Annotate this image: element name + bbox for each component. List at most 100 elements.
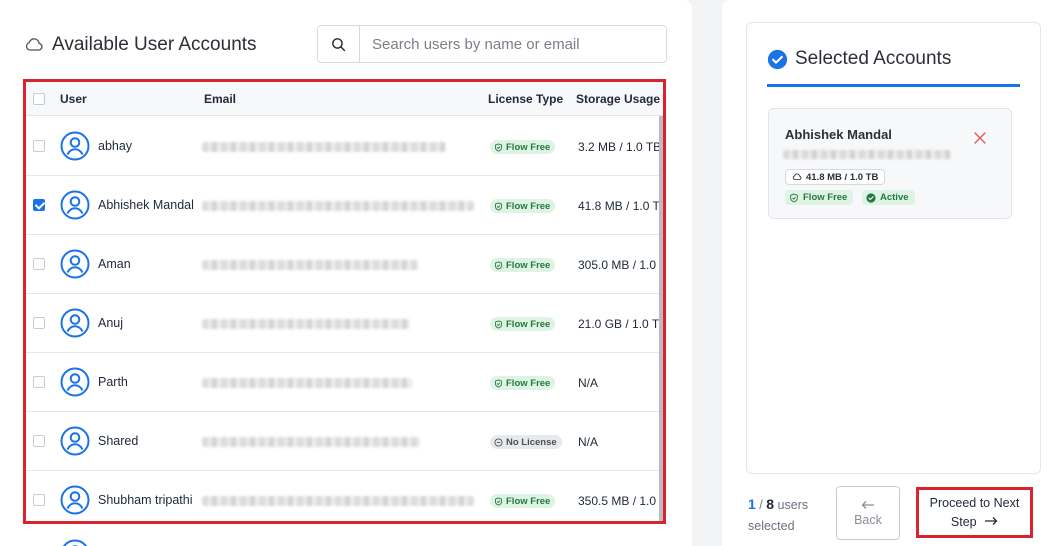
row-checkbox[interactable] — [33, 258, 45, 270]
selected-accounts-card: Selected Accounts Abhishek Mandal 41.8 M… — [746, 22, 1041, 474]
shield-check-icon — [495, 260, 502, 270]
user-name: Anuj — [98, 316, 124, 330]
user-avatar-icon — [60, 485, 90, 515]
license-label: Flow Free — [506, 141, 551, 153]
cloud-icon — [792, 173, 802, 180]
user-email-redacted — [202, 496, 474, 506]
arrow-right-icon — [985, 516, 998, 525]
license-badge: Flow Free — [490, 258, 556, 272]
user-avatar-icon — [60, 367, 90, 397]
storage-usage: 21.0 GB / 1.0 TB — [578, 317, 666, 331]
license-badge: Flow Free — [490, 376, 556, 390]
row-checkbox[interactable] — [33, 494, 45, 506]
user-name: Shared — [98, 434, 139, 448]
search-input[interactable] — [360, 26, 666, 62]
close-icon[interactable] — [973, 131, 987, 145]
user-email-redacted — [202, 437, 420, 447]
storage-usage: 3.2 MB / 1.0 TB — [578, 140, 662, 154]
accounts-table: User Email License Type Storage Usage ab… — [23, 79, 666, 524]
row-checkbox[interactable] — [33, 376, 45, 388]
select-all-checkbox[interactable] — [33, 93, 45, 105]
storage-usage: 305.0 MB / 1.0 TB — [578, 258, 666, 272]
column-header-license[interactable]: License Type — [488, 92, 563, 106]
selected-title-text: Selected Accounts — [795, 48, 952, 69]
user-email-redacted — [202, 378, 412, 388]
total-count: 8 — [766, 496, 775, 512]
table-row[interactable]: Parth Flow Free N/A — [26, 353, 663, 412]
table-row[interactable]: Abhishek Mandal Flow Free 41.8 MB / 1.0 TB — [26, 176, 666, 235]
user-email-redacted — [202, 142, 446, 152]
user-name: Parth — [98, 375, 128, 389]
count-unit: users — [777, 498, 809, 512]
license-badge: Flow Free — [490, 317, 556, 331]
check-circle-icon — [866, 192, 876, 203]
selected-account-email-redacted — [783, 150, 951, 159]
proceed-label-line2-wrap: Step — [951, 513, 998, 532]
selected-account-storage-chip: 41.8 MB / 1.0 TB — [785, 169, 886, 185]
user-avatar-icon — [60, 308, 90, 338]
cloud-icon — [25, 38, 43, 51]
count-suffix: selected — [748, 519, 795, 533]
license-label: Flow Free — [506, 377, 551, 389]
shield-check-icon — [495, 201, 502, 211]
shield-check-icon — [495, 142, 502, 152]
row-checkbox[interactable] — [33, 199, 45, 211]
storage-usage: 41.8 MB / 1.0 TB — [578, 199, 666, 213]
panel-title-text: Available User Accounts — [52, 34, 257, 55]
minus-circle-icon — [494, 437, 503, 447]
storage-usage: 350.5 MB / 1.0 TB — [578, 494, 666, 508]
license-label: No License — [506, 436, 557, 448]
selected-account-status-badge: Active — [862, 190, 915, 205]
selection-count: 1 / 8 users selected — [748, 494, 828, 537]
user-name: Aman — [98, 257, 131, 271]
row-checkbox[interactable] — [33, 435, 45, 447]
table-header: User Email License Type Storage Usage — [26, 82, 663, 116]
back-button[interactable]: Back — [836, 486, 900, 540]
table-row[interactable]: Aman Flow Free 305.0 MB / 1.0 TB — [26, 235, 666, 294]
license-badge: Flow Free — [490, 494, 556, 508]
row-checkbox[interactable] — [33, 317, 45, 329]
row-checkbox[interactable] — [33, 140, 45, 152]
selected-account-license-badge: Flow Free — [785, 190, 854, 205]
table-scrollbar[interactable] — [659, 116, 663, 521]
selected-account-name: Abhishek Mandal — [785, 127, 892, 142]
user-avatar-icon — [60, 426, 90, 456]
license-badge: Flow Free — [490, 199, 556, 213]
user-avatar-icon — [62, 539, 88, 546]
proceed-label-line1: Proceed to Next — [929, 495, 1020, 510]
count-separator: / — [759, 498, 763, 512]
user-name: Shubham tripathi — [98, 493, 193, 507]
table-row[interactable]: Shubham tripathi Flow Free 350.5 MB / 1.0 … — [26, 471, 666, 521]
table-row[interactable]: abhay Flow Free 3.2 MB / 1.0 TB — [26, 117, 663, 176]
proceed-label-line2: Step — [950, 514, 977, 529]
table-row[interactable]: Anuj Flow Free 21.0 GB / 1.0 TB — [26, 294, 666, 353]
panel-title: Available User Accounts — [24, 34, 257, 56]
storage-usage: N/A — [578, 376, 599, 390]
user-email-redacted — [202, 201, 474, 211]
license-label: Flow Free — [506, 495, 551, 507]
column-header-storage[interactable]: Storage Usage — [576, 92, 660, 106]
license-label: Flow Free — [506, 318, 551, 330]
check-circle-icon — [767, 49, 788, 69]
selected-account-item: Abhishek Mandal 41.8 MB / 1.0 TB Flow Fr… — [768, 108, 1012, 219]
search-icon — [332, 37, 346, 51]
license-badge: No License — [490, 435, 562, 449]
selected-account-status: Active — [880, 192, 909, 203]
license-label: Flow Free — [506, 259, 551, 271]
selected-count: 1 — [748, 496, 756, 512]
column-header-email[interactable]: Email — [204, 92, 236, 106]
shield-check-icon — [495, 378, 502, 388]
table-row[interactable]: Shared No License N/A — [26, 412, 663, 471]
user-name: abhay — [98, 139, 133, 153]
user-avatar-icon — [60, 249, 90, 279]
selected-account-storage: 41.8 MB / 1.0 TB — [806, 171, 879, 183]
user-avatar-icon — [60, 131, 90, 161]
license-badge: Flow Free — [490, 140, 556, 154]
storage-usage: N/A — [578, 435, 599, 449]
proceed-next-step-button[interactable]: Proceed to Next Step — [916, 487, 1033, 538]
available-accounts-panel: Available User Accounts User Email Licen… — [0, 0, 692, 546]
shield-check-icon — [790, 193, 798, 202]
license-label: Flow Free — [506, 200, 551, 212]
search-button[interactable] — [318, 26, 360, 62]
column-header-user[interactable]: User — [60, 92, 87, 106]
